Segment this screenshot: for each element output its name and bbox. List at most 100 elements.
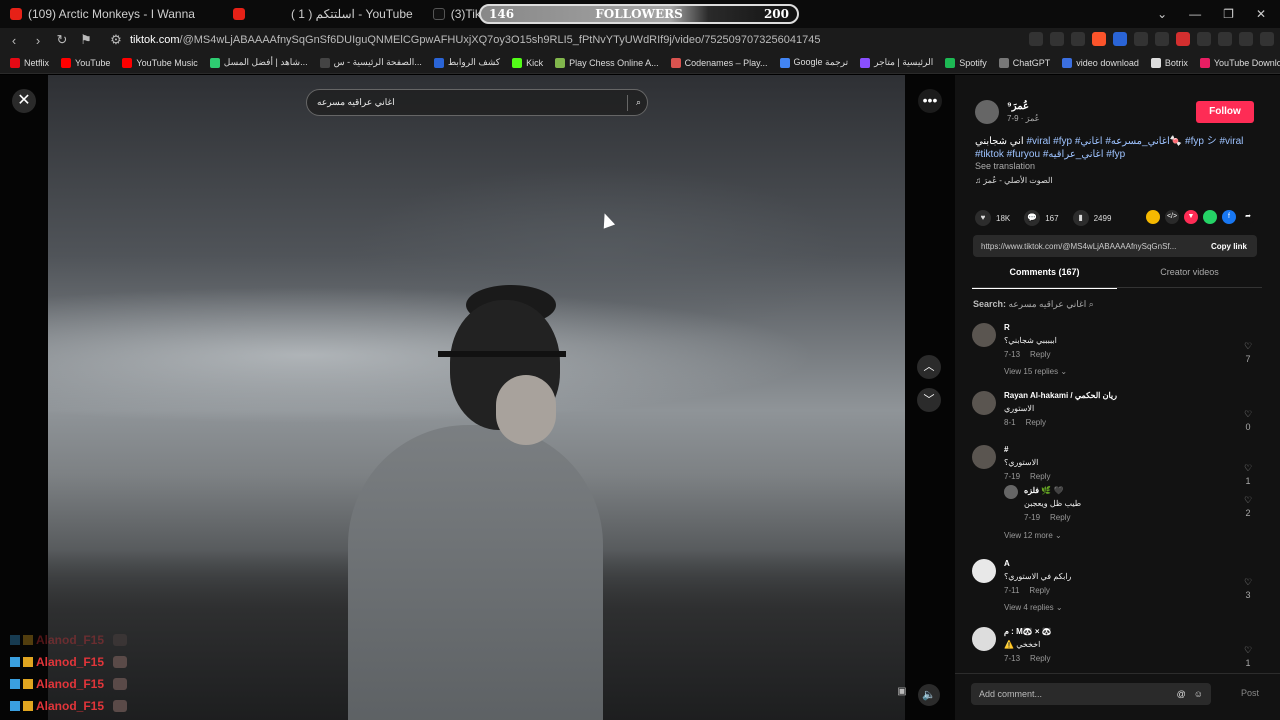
minimize-icon[interactable]: — — [1189, 7, 1201, 21]
prev-video-button[interactable]: ︿ — [917, 355, 941, 379]
emoji-icon[interactable]: ☺ — [1194, 689, 1203, 699]
bookmark-item[interactable]: Google ترجمة — [779, 57, 848, 68]
bookmark-item[interactable]: Codenames – Play... — [670, 57, 768, 68]
heart-icon[interactable]: ♡ — [1244, 463, 1252, 473]
avatar[interactable] — [972, 559, 996, 583]
heart-icon[interactable]: ♡ — [1244, 645, 1252, 655]
author-block[interactable]: عُمرَ⁹ 7-9 · عُمرَ — [975, 100, 1039, 124]
forward-icon[interactable]: › — [28, 33, 48, 48]
heart-icon[interactable]: ♡ — [1244, 409, 1252, 419]
bookmark-item[interactable]: YouTube Music — [122, 57, 198, 68]
close-window-icon[interactable]: ✕ — [1256, 7, 1266, 21]
add-comment-input[interactable]: Add comment... @ ☺ — [971, 683, 1211, 705]
save-stat[interactable]: ▮ 2499 — [1072, 210, 1111, 226]
bookmark-item[interactable]: Play Chess Online A... — [555, 57, 659, 68]
view-more-replies-button[interactable]: View 12 more ⌄ — [1004, 531, 1062, 540]
bookmark-item[interactable]: Spotify — [945, 57, 987, 68]
restore-icon[interactable]: ❐ — [1223, 7, 1234, 21]
follow-button[interactable]: Follow — [1196, 101, 1254, 123]
bookmark-item[interactable]: ChatGPT — [998, 57, 1050, 68]
send-icon[interactable]: ▼ — [1184, 210, 1198, 224]
caption-hashtags-2[interactable]: #tiktok #furyou #اغاني_عراقيه #fyp — [975, 149, 1125, 160]
back-icon[interactable]: ‹ — [4, 33, 24, 48]
facebook-icon[interactable]: f — [1222, 210, 1236, 224]
pip-icon[interactable]: ▣ — [894, 686, 910, 702]
comment-stat[interactable]: 💬 167 — [1024, 210, 1059, 226]
bookmark-item[interactable]: YouTube — [61, 57, 110, 68]
reply-button[interactable]: Reply — [1029, 586, 1049, 595]
bookmark-item[interactable]: الرئيسية | متاجر — [860, 57, 933, 68]
site-info-icon[interactable]: ⚙ — [106, 32, 126, 48]
view-replies-button[interactable]: View 15 replies ⌄ — [1004, 367, 1067, 376]
comment-author[interactable]: R — [1004, 323, 1010, 332]
like-stat[interactable]: ♥ 18K — [975, 210, 1010, 226]
whatsapp-icon[interactable] — [1203, 210, 1217, 224]
coin-icon[interactable] — [1146, 210, 1160, 224]
comment-like[interactable]: ♡ 0 — [1242, 409, 1254, 432]
mention-icon[interactable]: @ — [1177, 689, 1186, 699]
extension-icon[interactable] — [1113, 32, 1127, 46]
share-icon[interactable] — [1071, 32, 1085, 46]
video-frame[interactable] — [48, 75, 905, 720]
extension-icon[interactable] — [1155, 32, 1169, 46]
heart-icon[interactable]: ♥ — [975, 210, 991, 226]
media-icon[interactable] — [1239, 32, 1253, 46]
copy-link-button[interactable]: Copy link — [1201, 242, 1257, 251]
see-translation-link[interactable]: See translation — [975, 161, 1035, 171]
heart-icon[interactable]: ♡ — [1244, 577, 1252, 587]
comment-author[interactable]: Rayan Al-hakami / ريان الحكمي — [1004, 391, 1117, 400]
avatar[interactable] — [975, 100, 999, 124]
heart-icon[interactable]: ♡ — [1244, 495, 1252, 505]
reply-button[interactable]: Reply — [1030, 472, 1050, 481]
comment-search-row[interactable]: Search: اغاني عراقيه مسرعه ⌕ — [973, 299, 1094, 310]
extension-icon[interactable] — [1197, 32, 1211, 46]
tab-youtube-arctic[interactable]: (109) Arctic Monkeys - I Wanna — [0, 0, 205, 28]
more-options-icon[interactable]: ••• — [918, 89, 942, 113]
video-search-input[interactable]: اغاني عراقيه مسرعه ⌕ — [306, 89, 648, 116]
comment-like[interactable]: ♡ 3 — [1242, 577, 1254, 600]
bookmark-item[interactable]: الصفحة الرئيسية - س... — [319, 57, 422, 68]
avatar[interactable] — [1004, 485, 1018, 499]
avatar[interactable] — [972, 391, 996, 415]
comment-like[interactable]: ♡ 1 — [1242, 463, 1254, 486]
search-icon[interactable]: ⌕ — [636, 97, 641, 108]
extension-icon[interactable] — [1050, 32, 1064, 46]
share-arrow-icon[interactable]: ➦ — [1241, 210, 1255, 224]
tab-youtube-2[interactable]: اسلتتكم ( 1 ) - YouTube — [223, 0, 423, 28]
caption-hashtags[interactable]: #viral #fyp #اغاني_مسرعه# اغاني🍬 #fyp シ … — [1026, 136, 1243, 147]
bookmark-icon[interactable]: ⚑ — [76, 32, 96, 48]
bookmark-item[interactable]: كشف الروابط — [433, 57, 500, 68]
bookmark-icon[interactable]: ▮ — [1072, 210, 1089, 226]
comment-like[interactable]: ♡ 7 — [1242, 341, 1254, 364]
extension-icon[interactable] — [1029, 32, 1043, 46]
embed-icon[interactable]: </> — [1165, 210, 1179, 224]
avatar[interactable] — [972, 323, 996, 347]
reply-button[interactable]: Reply — [1030, 654, 1050, 663]
bookmark-item[interactable]: Botrix — [1150, 57, 1188, 68]
reply-button[interactable]: Reply — [1030, 350, 1050, 359]
avatar[interactable] — [972, 445, 996, 469]
reply-button[interactable]: Reply — [1026, 418, 1046, 427]
reply-author[interactable]: فلزه 🌿 🖤 — [1024, 486, 1063, 495]
comment-author[interactable]: # — [1004, 445, 1008, 454]
puzzle-icon[interactable] — [1218, 32, 1232, 46]
video-link-field[interactable]: https://www.tiktok.com/@MS4wLjABAAAAfnyS… — [973, 235, 1257, 257]
comment-author[interactable]: A — [1004, 559, 1010, 568]
comment-icon[interactable]: 💬 — [1024, 210, 1041, 226]
reply-button[interactable]: Reply — [1050, 513, 1070, 522]
brave-shield-icon[interactable] — [1092, 32, 1106, 46]
author-name[interactable]: عُمرَ⁹ — [1007, 101, 1039, 112]
heart-icon[interactable]: ♡ — [1244, 341, 1252, 351]
tab-comments[interactable]: Comments (167) — [972, 267, 1117, 289]
chevron-down-icon[interactable]: ⌄ — [1157, 7, 1167, 21]
sound-link[interactable]: ♫ الصوت الأصلي - عُمرَ — [975, 176, 1053, 185]
volume-icon[interactable]: 🔈 — [918, 684, 940, 706]
bookmark-item[interactable]: video download — [1062, 57, 1139, 68]
reload-icon[interactable]: ↻ — [52, 32, 72, 48]
extension-icon[interactable] — [1134, 32, 1148, 46]
post-button[interactable]: Post — [1241, 688, 1259, 698]
view-replies-button[interactable]: View 4 replies ⌄ — [1004, 603, 1063, 612]
extension-icon[interactable] — [1176, 32, 1190, 46]
sidebar-icon[interactable] — [1260, 32, 1274, 46]
bookmark-item[interactable]: شاهد | أفضل المسل... — [209, 57, 308, 68]
